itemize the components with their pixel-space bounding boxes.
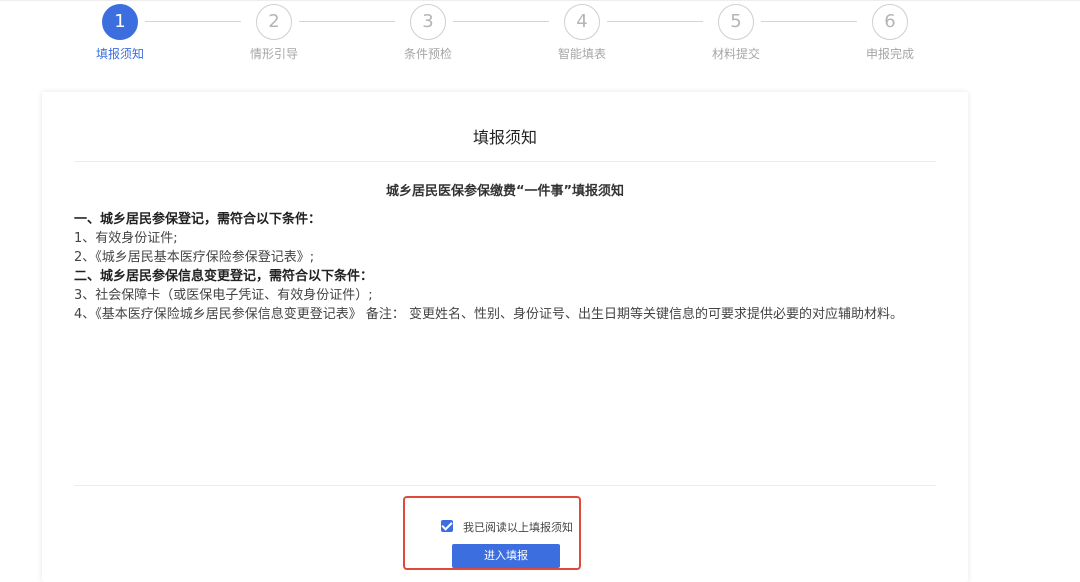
notice-heading: 城乡居民医保参保缴费“一件事”填报须知 bbox=[385, 184, 625, 199]
notice-card: 填报须知 城乡居民医保参保缴费“一件事”填报须知 一、城乡居民参保登记，需符合以… bbox=[42, 92, 968, 582]
confirm-highlight: 我已阅读以上填报须知 进入填报 bbox=[403, 496, 581, 570]
step-number: 5 bbox=[718, 4, 754, 40]
notice-line: 1、有效身份证件; bbox=[74, 231, 178, 246]
notice-line: 一、城乡居民参保登记，需符合以下条件： bbox=[74, 212, 322, 227]
step-6[interactable]: 6 申报完成 bbox=[850, 4, 930, 62]
step-number: 3 bbox=[410, 4, 446, 40]
progress-stepper: 1 填报须知 2 情形引导 3 条件预检 4 智能填表 5 材料提交 6 申报完… bbox=[0, 0, 1080, 80]
step-1[interactable]: 1 填报须知 bbox=[80, 4, 160, 62]
step-number: 2 bbox=[256, 4, 292, 40]
card-title: 填报须知 bbox=[472, 128, 537, 147]
step-label: 情形引导 bbox=[249, 47, 298, 61]
notice-line: 4、《基本医疗保险城乡居民参保信息变更登记表》 备注： 变更姓名、性别、身份证号… bbox=[74, 307, 904, 322]
step-label: 申报完成 bbox=[865, 47, 914, 61]
step-label: 材料提交 bbox=[711, 47, 760, 61]
divider bbox=[74, 485, 936, 486]
divider bbox=[74, 161, 936, 162]
step-number: 1 bbox=[102, 4, 138, 40]
step-number: 4 bbox=[564, 4, 600, 40]
read-agreement-checkbox[interactable] bbox=[441, 520, 453, 532]
step-number: 6 bbox=[872, 4, 908, 40]
checkbox-label[interactable]: 我已阅读以上填报须知 bbox=[463, 519, 573, 535]
notice-line: 3、社会保障卡（或医保电子凭证、有效身份证件）; bbox=[74, 288, 373, 303]
step-5[interactable]: 5 材料提交 bbox=[696, 4, 776, 62]
enter-filing-button[interactable]: 进入填报 bbox=[452, 544, 560, 568]
step-label: 智能填表 bbox=[557, 47, 606, 61]
step-label: 填报须知 bbox=[95, 47, 144, 61]
notice-line: 2、《城乡居民基本医疗保险参保登记表》; bbox=[74, 250, 315, 265]
step-4[interactable]: 4 智能填表 bbox=[542, 4, 622, 62]
notice-line: 二、城乡居民参保信息变更登记，需符合以下条件： bbox=[74, 269, 374, 284]
step-3[interactable]: 3 条件预检 bbox=[388, 4, 468, 62]
notice-body: 一、城乡居民参保登记，需符合以下条件： 1、有效身份证件; 2、《城乡居民基本医… bbox=[74, 210, 942, 324]
step-2[interactable]: 2 情形引导 bbox=[234, 4, 314, 62]
step-label: 条件预检 bbox=[403, 47, 452, 61]
